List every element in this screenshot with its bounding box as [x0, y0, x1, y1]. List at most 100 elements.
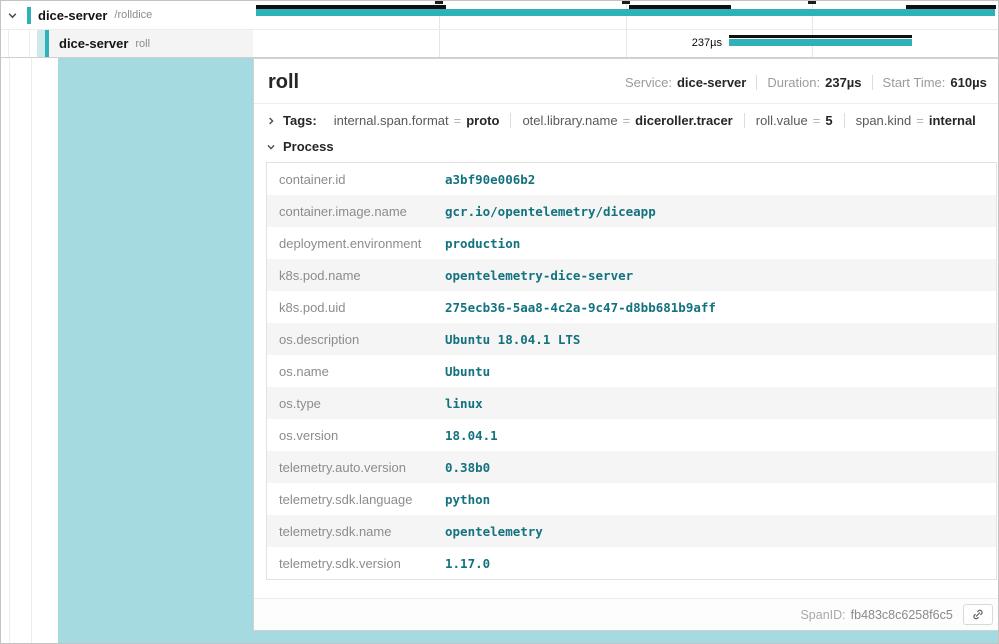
tag-item: internal.span.format = proto [323, 113, 511, 128]
spanid-value: fb483c8c6258f6c5 [851, 608, 953, 622]
tree-indent-guide [30, 30, 37, 57]
operation-name: /rolldice [114, 9, 152, 21]
tag-equals: = [454, 113, 462, 128]
span-bar-roll[interactable] [729, 35, 912, 46]
ruler-tick [622, 1, 630, 4]
span-row-rolldice: dice-server /rolldice [1, 1, 998, 30]
kv-key: deployment.environment [267, 229, 445, 258]
kv-value: Ubuntu [445, 357, 490, 386]
kv-key: container.id [267, 165, 445, 194]
span-color-bar [27, 7, 31, 24]
table-row: os.description Ubuntu 18.04.1 LTS [267, 323, 996, 355]
tag-equals: = [813, 113, 821, 128]
detail-left-rail [1, 58, 253, 643]
kv-value: 18.04.1 [445, 421, 498, 450]
meta-label: Start Time: [883, 75, 946, 90]
kv-value: 275ecb36-5aa8-4c2a-9c47-d8bb681b9aff [445, 293, 716, 322]
kv-key: telemetry.sdk.version [267, 549, 445, 578]
kv-value: gcr.io/opentelemetry/diceapp [445, 197, 656, 226]
meta-separator [872, 75, 873, 90]
tag-key: span.kind [856, 113, 912, 128]
table-row: container.id a3bf90e006b2 [267, 163, 996, 195]
kv-key: os.type [267, 389, 445, 418]
span-name-roll[interactable]: dice-server roll [1, 30, 253, 58]
kv-key: os.name [267, 357, 445, 386]
kv-key: telemetry.sdk.language [267, 485, 445, 514]
tags-label: Tags: [283, 113, 317, 128]
chevron-down-icon[interactable] [266, 142, 276, 152]
chevron-right-icon[interactable] [266, 116, 276, 126]
detail-footer: SpanID: fb483c8c6258f6c5 [254, 598, 999, 630]
ruler-tick [435, 1, 443, 4]
span-detail-card: roll Service: dice-server Duration: 237µ… [253, 58, 999, 631]
meta-duration: Duration: 237µs [767, 75, 861, 90]
tag-key: roll.value [756, 113, 808, 128]
span-title: roll [268, 71, 299, 94]
kv-value: linux [445, 389, 483, 418]
tag-equals: = [623, 113, 631, 128]
deep-link-button[interactable] [963, 604, 993, 625]
tag-value: 5 [825, 113, 832, 128]
span-row-roll: dice-server roll 237µs [1, 30, 998, 58]
table-row: k8s.pod.uid 275ecb36-5aa8-4c2a-9c47-d8bb… [267, 291, 996, 323]
span-row-roll-content[interactable]: dice-server roll [49, 30, 253, 57]
table-row: os.name Ubuntu [267, 355, 996, 387]
kv-key: k8s.pod.uid [267, 293, 445, 322]
kv-key: os.description [267, 325, 445, 354]
tag-value: proto [466, 113, 499, 128]
process-accordion[interactable]: Process [254, 137, 999, 162]
trace-timeline-view: dice-server /rolldice dice-server ro [0, 0, 999, 644]
kv-value: production [445, 229, 520, 258]
meta-value: dice-server [677, 75, 746, 90]
tags-accordion[interactable]: Tags: internal.span.format = proto otel.… [254, 104, 999, 137]
detail-row-indent [58, 58, 253, 643]
service-name: dice-server [38, 8, 107, 23]
span-self-time-segment [729, 35, 912, 38]
meta-label: Service: [625, 75, 672, 90]
detail-background: roll Service: dice-server Duration: 237µ… [253, 58, 999, 643]
table-row: os.type linux [267, 387, 996, 419]
spanid-label: SpanID: [800, 608, 845, 622]
timeline-gridline [626, 30, 627, 57]
kv-key: telemetry.sdk.name [267, 517, 445, 546]
table-row: container.image.name gcr.io/opentelemetr… [267, 195, 996, 227]
span-duration-label: 237µs [666, 37, 722, 49]
span-name-rolldice[interactable]: dice-server /rolldice [1, 1, 253, 30]
tag-key: otel.library.name [522, 113, 617, 128]
table-row: telemetry.auto.version 0.38b0 [267, 451, 996, 483]
tree-indent-guide [31, 58, 32, 643]
timeline-row-roll: 237µs [253, 30, 998, 58]
span-meta: Service: dice-server Duration: 237µs Sta… [625, 75, 987, 90]
table-row: k8s.pod.name opentelemetry-dice-server [267, 259, 996, 291]
kv-key: telemetry.auto.version [267, 453, 445, 482]
process-label: Process [283, 139, 334, 154]
kv-key: os.version [267, 421, 445, 450]
ruler-tick [808, 1, 816, 4]
detail-header: roll Service: dice-server Duration: 237µ… [254, 59, 999, 104]
kv-value: python [445, 485, 490, 514]
table-row: telemetry.sdk.version 1.17.0 [267, 547, 996, 579]
tag-equals: = [916, 113, 924, 128]
tag-value: internal [929, 113, 976, 128]
tree-indent-guide [9, 30, 30, 57]
operation-name: roll [135, 38, 150, 50]
tree-indent-guide [9, 58, 10, 643]
kv-value: 0.38b0 [445, 453, 490, 482]
tree-indent-guide-teal [37, 30, 45, 57]
tag-item: otel.library.name = diceroller.tracer [510, 113, 743, 128]
table-row: telemetry.sdk.name opentelemetry [267, 515, 996, 547]
span-detail-row: roll Service: dice-server Duration: 237µ… [1, 58, 998, 643]
tree-indent-guide [1, 30, 9, 57]
meta-value: 610µs [950, 75, 986, 90]
meta-label: Duration: [767, 75, 820, 90]
service-name: dice-server [59, 36, 128, 51]
kv-value: opentelemetry-dice-server [445, 261, 633, 290]
table-row: telemetry.sdk.language python [267, 483, 996, 515]
table-row: deployment.environment production [267, 227, 996, 259]
span-bar-rolldice[interactable] [256, 9, 995, 16]
kv-key: container.image.name [267, 197, 445, 226]
tag-item: span.kind = internal [844, 113, 987, 128]
process-kv-table: container.id a3bf90e006b2 container.imag… [266, 162, 997, 580]
chevron-down-icon[interactable] [7, 10, 18, 21]
span-bar-fill [729, 39, 912, 46]
